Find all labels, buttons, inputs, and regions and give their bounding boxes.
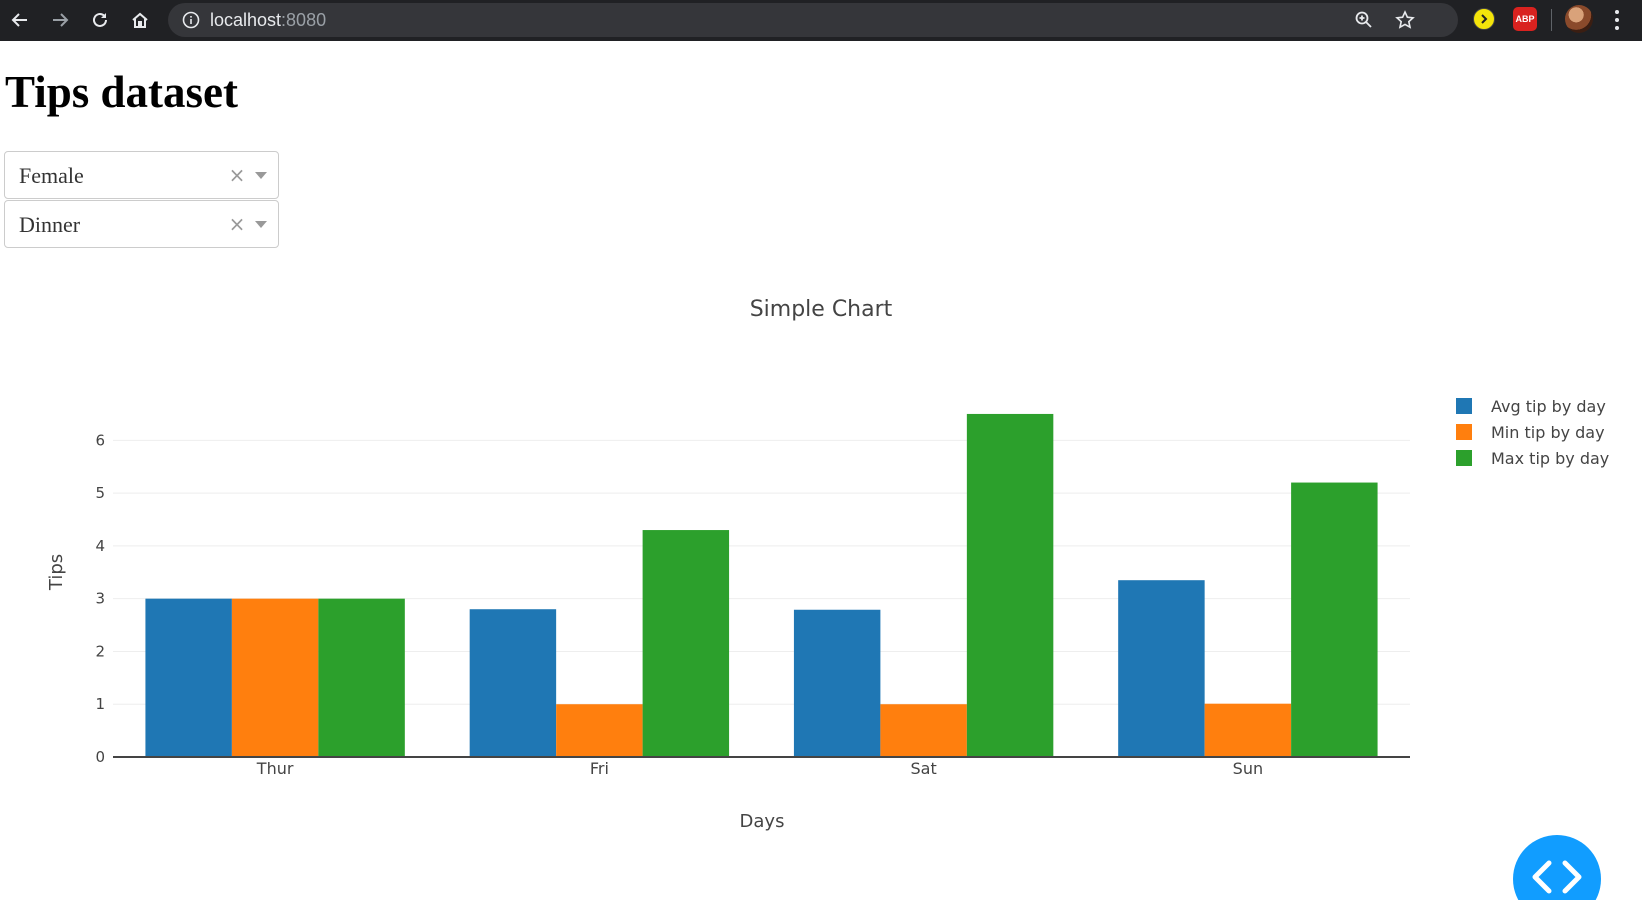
bar-chart: 0 1 2 3 4 5 6 Thur Fri Sat Sun Simple Chart Days Tips… — [46, 297, 1609, 832]
y-tick-label: 1 — [95, 695, 105, 713]
x-tick-label: Thur — [256, 759, 294, 778]
code-icon — [1532, 860, 1582, 894]
legend-label: Avg tip by day — [1491, 397, 1606, 416]
legend-label: Max tip by day — [1491, 449, 1609, 468]
x-tick-label: Sun — [1233, 759, 1263, 778]
bar — [880, 704, 967, 757]
bar — [793, 609, 881, 757]
y-tick-label: 6 — [95, 431, 105, 449]
bar — [145, 598, 232, 757]
x-tick-label: Sat — [911, 759, 937, 778]
y-tick-label: 5 — [95, 484, 105, 502]
bar — [231, 598, 319, 757]
bar — [966, 413, 1054, 757]
bar — [1204, 703, 1292, 757]
bar — [318, 598, 405, 757]
bar — [642, 530, 730, 757]
bar — [556, 704, 643, 757]
y-tick-label: 4 — [95, 537, 105, 555]
x-axis-title: Days — [740, 811, 785, 832]
legend-label: Min tip by day — [1491, 423, 1605, 442]
y-axis-title: Tips — [46, 554, 67, 591]
bar — [469, 609, 557, 757]
y-tick-label: 0 — [95, 748, 105, 766]
legend-swatch — [1456, 398, 1472, 414]
chart-title: Simple Chart — [750, 297, 893, 322]
y-tick-label: 2 — [95, 642, 105, 660]
y-tick-label: 3 — [95, 590, 105, 608]
legend-swatch — [1456, 424, 1472, 440]
bar — [1291, 482, 1378, 757]
legend-swatch — [1456, 450, 1472, 466]
x-tick-label: Fri — [590, 759, 609, 778]
bar — [1118, 580, 1205, 757]
